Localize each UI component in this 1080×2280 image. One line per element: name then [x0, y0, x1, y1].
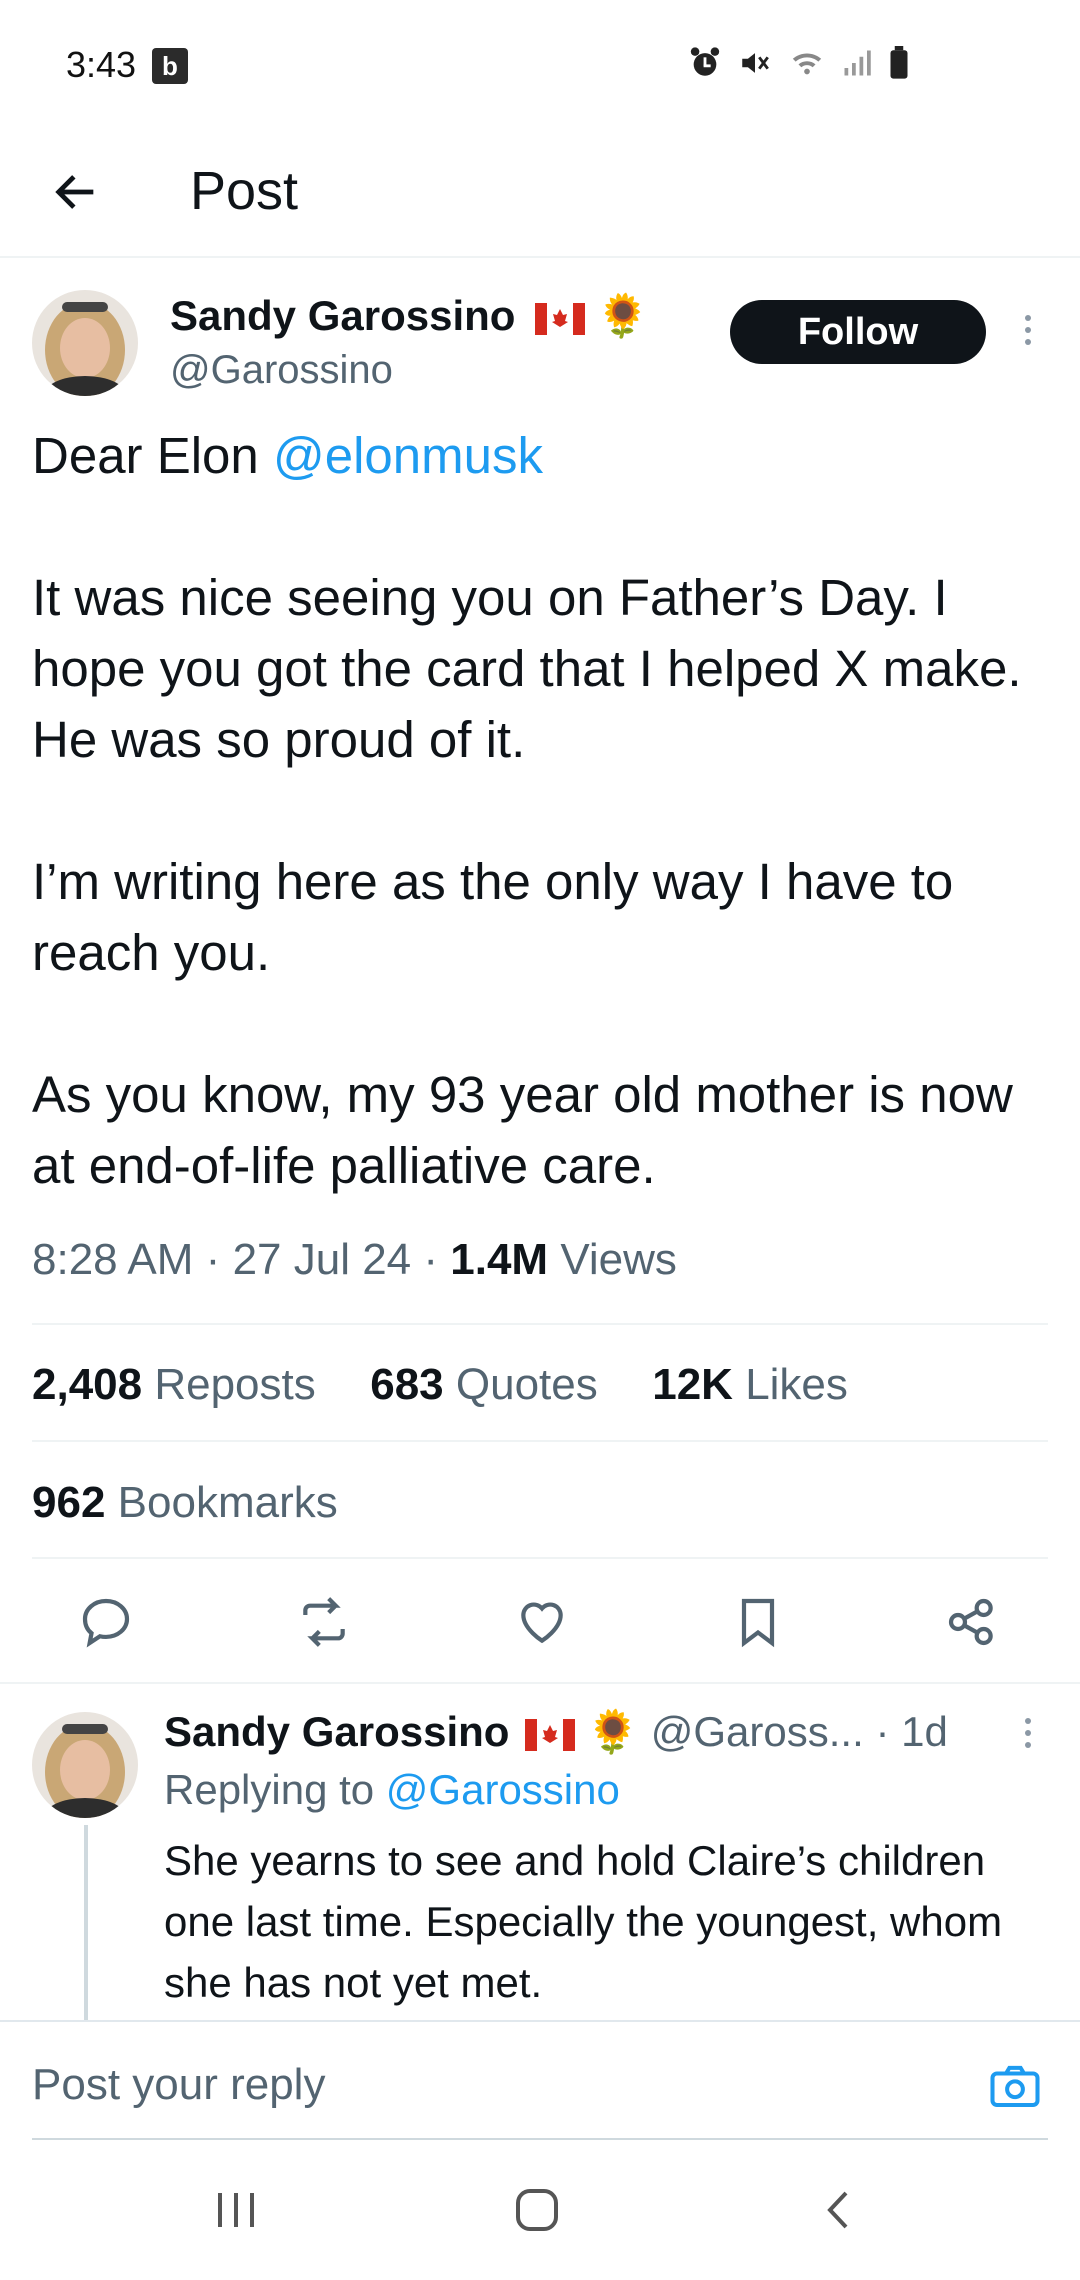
repost-icon: [303, 1597, 345, 1647]
chevron-left-icon: [827, 2191, 848, 2229]
likes-stat[interactable]: 12K Likes: [652, 1360, 848, 1409]
reposts-stat[interactable]: 2,408 Reposts: [32, 1360, 316, 1409]
replying-to-handle[interactable]: @Garossino: [386, 1766, 620, 1813]
canada-flag-icon: [535, 302, 586, 335]
reply-age: · 1d: [875, 1708, 948, 1755]
reply-input[interactable]: Post your reply: [32, 2060, 325, 2110]
reply-action-button[interactable]: [76, 1592, 136, 1652]
bookmark-icon: [741, 1598, 775, 1648]
post-paragraph-4: As you know, my 93 year old mother is no…: [32, 1066, 1013, 1194]
recents-icon: [218, 2193, 254, 2227]
post-text: Dear Elon @elonmusk It was nice seeing y…: [32, 420, 1052, 1201]
bookmark-action-button[interactable]: [728, 1592, 788, 1652]
reply-handle[interactable]: @Gaross...: [651, 1708, 864, 1755]
post-time: 8:28 AM: [32, 1235, 194, 1284]
like-action-button[interactable]: [512, 1592, 572, 1652]
mute-icon: [742, 53, 769, 73]
camera-button[interactable]: [988, 2060, 1042, 2114]
wifi-icon: [792, 53, 822, 75]
reply-more-options-icon[interactable]: [1018, 1718, 1038, 1748]
views-label: Views: [560, 1235, 677, 1284]
mention-elonmusk[interactable]: @elonmusk: [273, 427, 543, 484]
camera-icon: [990, 2065, 1040, 2108]
back-button[interactable]: [44, 160, 108, 224]
post-paragraph-3: I’m writing here as the only way I have …: [32, 853, 954, 981]
divider: [32, 2138, 1048, 2140]
replying-to: Replying to @Garossino: [164, 1766, 620, 1813]
alarm-icon: [690, 47, 720, 76]
header-divider: [0, 256, 1080, 258]
reply-author-name[interactable]: Sandy Garossino: [164, 1708, 509, 1755]
recents-nav-button[interactable]: [214, 2185, 258, 2240]
sunflower-icon: 🌻: [596, 292, 650, 339]
battery-icon: [890, 46, 908, 79]
engagement-stats: 2,408 Reposts 683 Quotes 12K Likes: [32, 1360, 848, 1410]
signal-icon: [844, 50, 871, 76]
status-time: 3:43: [66, 44, 137, 85]
canada-flag-icon: [525, 1718, 576, 1751]
views-count: 1.4M: [450, 1235, 549, 1284]
reply-text: She yearns to see and hold Claire’s chil…: [164, 1837, 1003, 2006]
follow-button[interactable]: Follow: [730, 300, 986, 364]
reply-avatar[interactable]: [32, 1712, 138, 1818]
status-icons: [688, 46, 910, 80]
post-paragraph-2: It was nice seeing you on Father’s Day. …: [32, 569, 1022, 768]
reply-header: Sandy Garossino 🌻 @Gaross... · 1d: [164, 1708, 948, 1757]
home-icon: [516, 2189, 558, 2231]
divider: [0, 2020, 1080, 2022]
more-options-icon[interactable]: [1018, 315, 1038, 345]
divider: [32, 1323, 1048, 1325]
arrow-left-icon: [55, 175, 94, 209]
divider: [32, 1557, 1048, 1559]
quotes-stat[interactable]: 683 Quotes: [370, 1360, 598, 1409]
comment-icon: [82, 1598, 130, 1648]
home-nav-button[interactable]: [512, 2185, 562, 2240]
divider: [32, 1440, 1048, 1442]
back-nav-button[interactable]: [818, 2185, 858, 2240]
share-icon: [948, 1598, 993, 1646]
post-meta: 8:28 AM · 27 Jul 24 · 1.4M Views: [32, 1235, 677, 1284]
post-date: 27 Jul 24: [232, 1235, 412, 1284]
divider: [0, 1682, 1080, 1684]
repost-action-button[interactable]: [294, 1592, 354, 1652]
avatar[interactable]: [32, 290, 138, 396]
share-action-button[interactable]: [942, 1592, 1002, 1652]
author-name-text: Sandy Garossino: [170, 292, 516, 339]
page-title: Post: [190, 161, 299, 221]
bookmarks-stat[interactable]: 962 Bookmarks: [32, 1478, 338, 1528]
app-badge: b: [152, 48, 188, 84]
author-name[interactable]: Sandy Garossino 🌻: [170, 292, 649, 341]
author-handle[interactable]: @Garossino: [170, 348, 393, 393]
post-line-1: Dear Elon @elonmusk: [32, 427, 544, 484]
sunflower-icon: 🌻: [586, 1708, 640, 1755]
heart-icon: [521, 1602, 563, 1644]
thread-line: [84, 1825, 88, 2020]
